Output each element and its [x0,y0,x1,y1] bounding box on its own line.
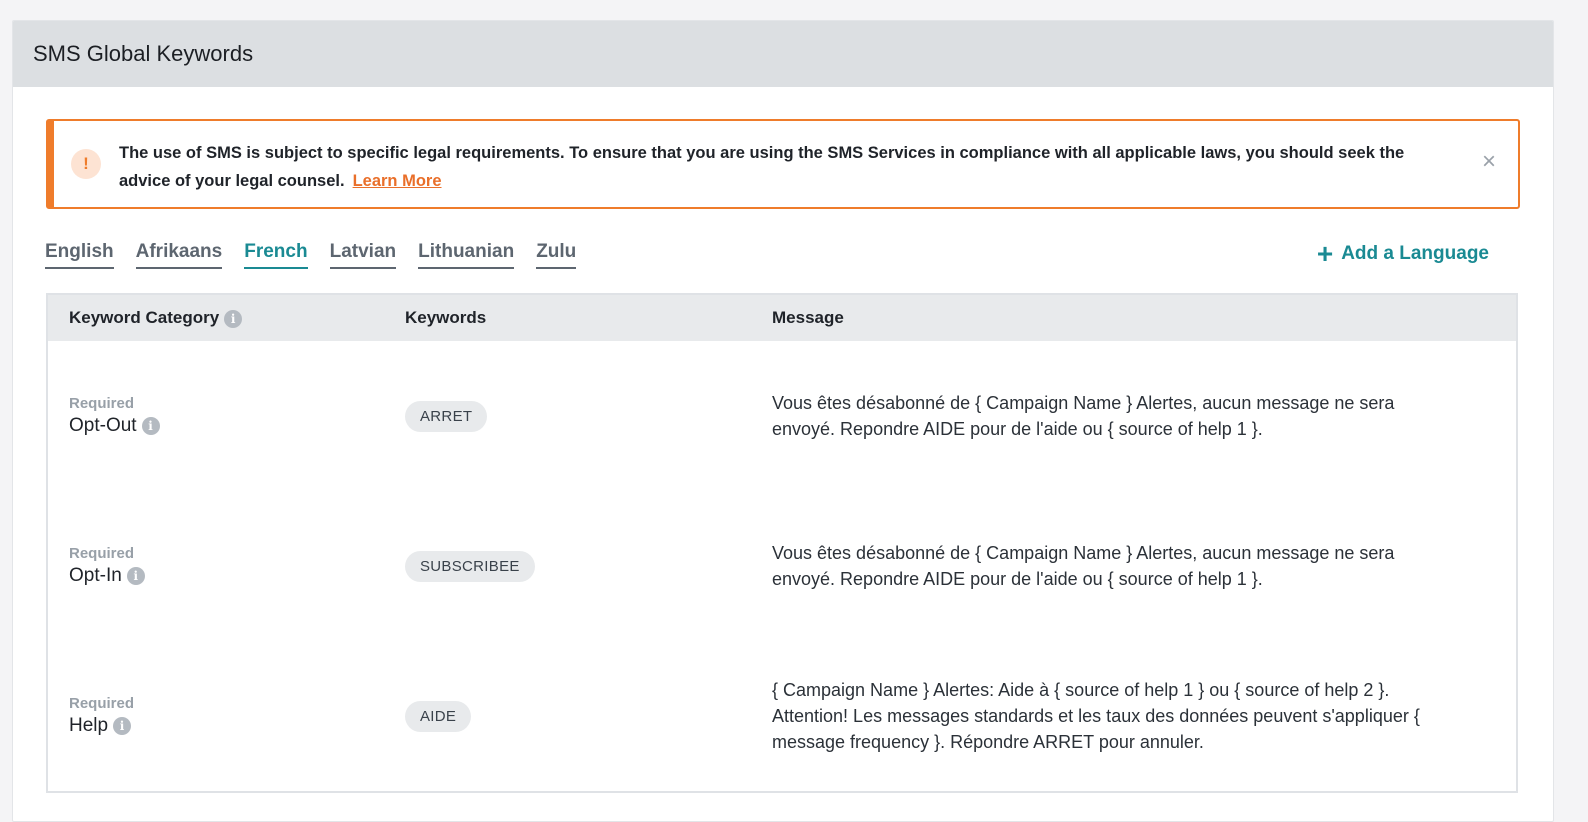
tab-french[interactable]: French [244,241,308,269]
keywords-cell: ARRET [405,400,772,432]
message-cell: Vous êtes désabonné de { Campaign Name }… [772,393,1395,439]
category-cell: Required Opt-In i [48,545,405,587]
add-language-label: Add a Language [1341,243,1489,264]
keywords-cell: SUBSCRIBEE [405,550,772,582]
close-icon[interactable]: × [1478,150,1500,174]
learn-more-link[interactable]: Learn More [353,172,442,190]
legal-warning-alert: ! The use of SMS is subject to specific … [46,119,1520,209]
keywords-table: Keyword Category i Keywords Message Requi… [46,293,1518,793]
table-row: Required Opt-Out i ARRET Vous êtes désabo… [48,341,1516,491]
page-title: SMS Global Keywords [33,41,254,66]
required-label: Required [69,695,135,712]
category-cell: Required Opt-Out i [48,395,405,437]
tab-latvian[interactable]: Latvian [329,241,397,269]
language-tabs: English Afrikaans French Latvian Lithuan… [45,241,577,269]
alert-text: The use of SMS is subject to specific le… [119,144,1405,190]
category-name: Opt-In i [69,565,405,587]
category-label: Opt-Out [69,415,137,436]
card-header: SMS Global Keywords [13,21,1553,87]
tab-lithuanian[interactable]: Lithuanian [418,241,515,269]
header-message: Message [772,308,844,327]
info-icon[interactable]: i [126,566,145,585]
header-keyword-category: Keyword Category i [48,308,405,328]
tab-english[interactable]: English [45,241,114,269]
required-label: Required [69,395,135,412]
table-row: Required Opt-In i SUBSCRIBEE Vous êtes dé… [48,491,1516,641]
required-label: Required [69,545,135,562]
message-cell: { Campaign Name } Alertes: Aide à { sour… [772,680,1420,752]
table-header: Keyword Category i Keywords Message [48,295,1516,341]
keyword-pill: ARRET [405,400,488,432]
keywords-cell: AIDE [405,700,772,732]
alert-message: The use of SMS is subject to specific le… [119,139,1459,195]
info-icon[interactable]: i [141,416,160,435]
alert-circle-icon: ! [71,149,101,179]
info-icon[interactable]: i [224,309,243,328]
table-row: Required Help i AIDE { Campaign Name } Al… [48,641,1516,791]
category-name: Opt-Out i [69,415,405,437]
header-keywords: Keywords [405,308,487,327]
plus-icon: + [1316,238,1334,269]
keyword-pill: AIDE [405,700,472,732]
info-icon[interactable]: i [113,716,132,735]
message-cell: Vous êtes désabonné de { Campaign Name }… [772,543,1395,589]
tab-afrikaans[interactable]: Afrikaans [135,241,223,269]
sms-keywords-card: SMS Global Keywords ! The use of SMS is … [12,20,1554,822]
category-cell: Required Help i [48,695,405,737]
category-label: Opt-In [69,565,122,586]
keyword-pill: SUBSCRIBEE [405,550,535,582]
add-language-button[interactable]: + Add a Language [1316,238,1489,269]
category-name: Help i [69,715,405,737]
tab-zulu[interactable]: Zulu [536,241,577,269]
category-label: Help [69,715,109,736]
header-label: Keyword Category [69,308,220,327]
